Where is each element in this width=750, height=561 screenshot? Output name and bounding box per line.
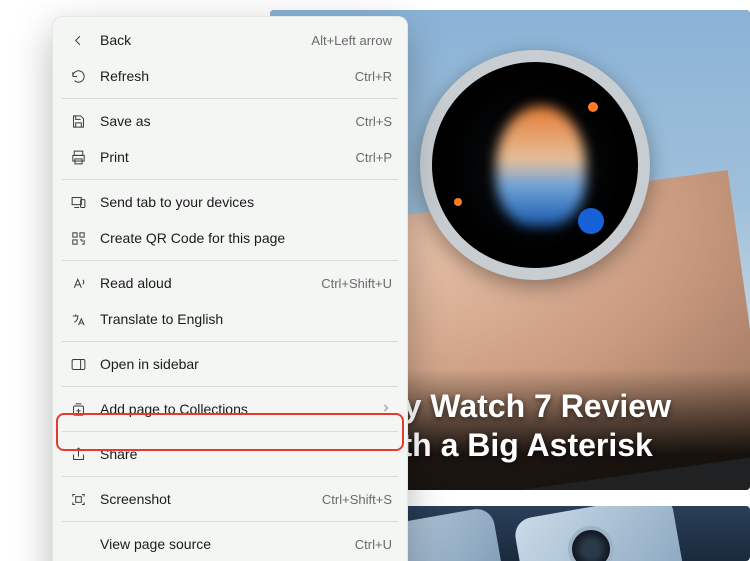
- menu-separator: [62, 341, 398, 342]
- menu-item-print[interactable]: Print Ctrl+P: [58, 139, 402, 175]
- save-icon: [68, 111, 88, 131]
- qr-icon: [68, 228, 88, 248]
- devices-icon: [68, 192, 88, 212]
- menu-shortcut: Ctrl+U: [355, 537, 392, 552]
- menu-label: Create QR Code for this page: [100, 230, 392, 246]
- menu-label: Share: [100, 446, 392, 462]
- read-aloud-icon: [68, 273, 88, 293]
- collections-icon: [68, 399, 88, 419]
- menu-label: Save as: [100, 113, 348, 129]
- menu-shortcut: Ctrl+S: [356, 114, 392, 129]
- menu-label: Add page to Collections: [100, 401, 372, 417]
- menu-item-send-tab[interactable]: Send tab to your devices: [58, 184, 402, 220]
- menu-label: Open in sidebar: [100, 356, 392, 372]
- menu-shortcut: Ctrl+Shift+S: [322, 492, 392, 507]
- menu-item-open-sidebar[interactable]: Open in sidebar: [58, 346, 402, 382]
- menu-separator: [62, 476, 398, 477]
- menu-separator: [62, 179, 398, 180]
- menu-item-refresh[interactable]: Refresh Ctrl+R: [58, 58, 402, 94]
- submenu-arrow-icon: [380, 401, 392, 417]
- screenshot-icon: [68, 489, 88, 509]
- back-icon: [68, 30, 88, 50]
- menu-label: View page source: [100, 536, 347, 552]
- menu-item-share[interactable]: Share: [58, 436, 402, 472]
- sidebar-icon: [68, 354, 88, 374]
- menu-label: Back: [100, 32, 303, 48]
- menu-separator: [62, 98, 398, 99]
- menu-item-view-source[interactable]: View page source Ctrl+U: [58, 526, 402, 561]
- menu-separator: [62, 260, 398, 261]
- menu-shortcut: Alt+Left arrow: [311, 33, 392, 48]
- refresh-icon: [68, 66, 88, 86]
- context-menu: Back Alt+Left arrow Refresh Ctrl+R Save …: [52, 16, 408, 561]
- menu-item-screenshot[interactable]: Screenshot Ctrl+Shift+S: [58, 481, 402, 517]
- menu-label: Refresh: [100, 68, 347, 84]
- menu-item-translate[interactable]: Translate to English: [58, 301, 402, 337]
- menu-shortcut: Ctrl+P: [356, 150, 392, 165]
- menu-item-read-aloud[interactable]: Read aloud Ctrl+Shift+U: [58, 265, 402, 301]
- menu-item-back[interactable]: Back Alt+Left arrow: [58, 22, 402, 58]
- translate-icon: [68, 309, 88, 329]
- menu-shortcut: Ctrl+Shift+U: [321, 276, 392, 291]
- menu-item-qr-code[interactable]: Create QR Code for this page: [58, 220, 402, 256]
- share-icon: [68, 444, 88, 464]
- print-icon: [68, 147, 88, 167]
- menu-separator: [62, 431, 398, 432]
- menu-separator: [62, 521, 398, 522]
- menu-label: Send tab to your devices: [100, 194, 392, 210]
- menu-label: Read aloud: [100, 275, 313, 291]
- menu-label: Screenshot: [100, 491, 314, 507]
- menu-label: Translate to English: [100, 311, 392, 327]
- menu-shortcut: Ctrl+R: [355, 69, 392, 84]
- menu-label: Print: [100, 149, 348, 165]
- menu-item-save-as[interactable]: Save as Ctrl+S: [58, 103, 402, 139]
- menu-separator: [62, 386, 398, 387]
- watch-image: [420, 50, 650, 280]
- menu-item-collections[interactable]: Add page to Collections: [58, 391, 402, 427]
